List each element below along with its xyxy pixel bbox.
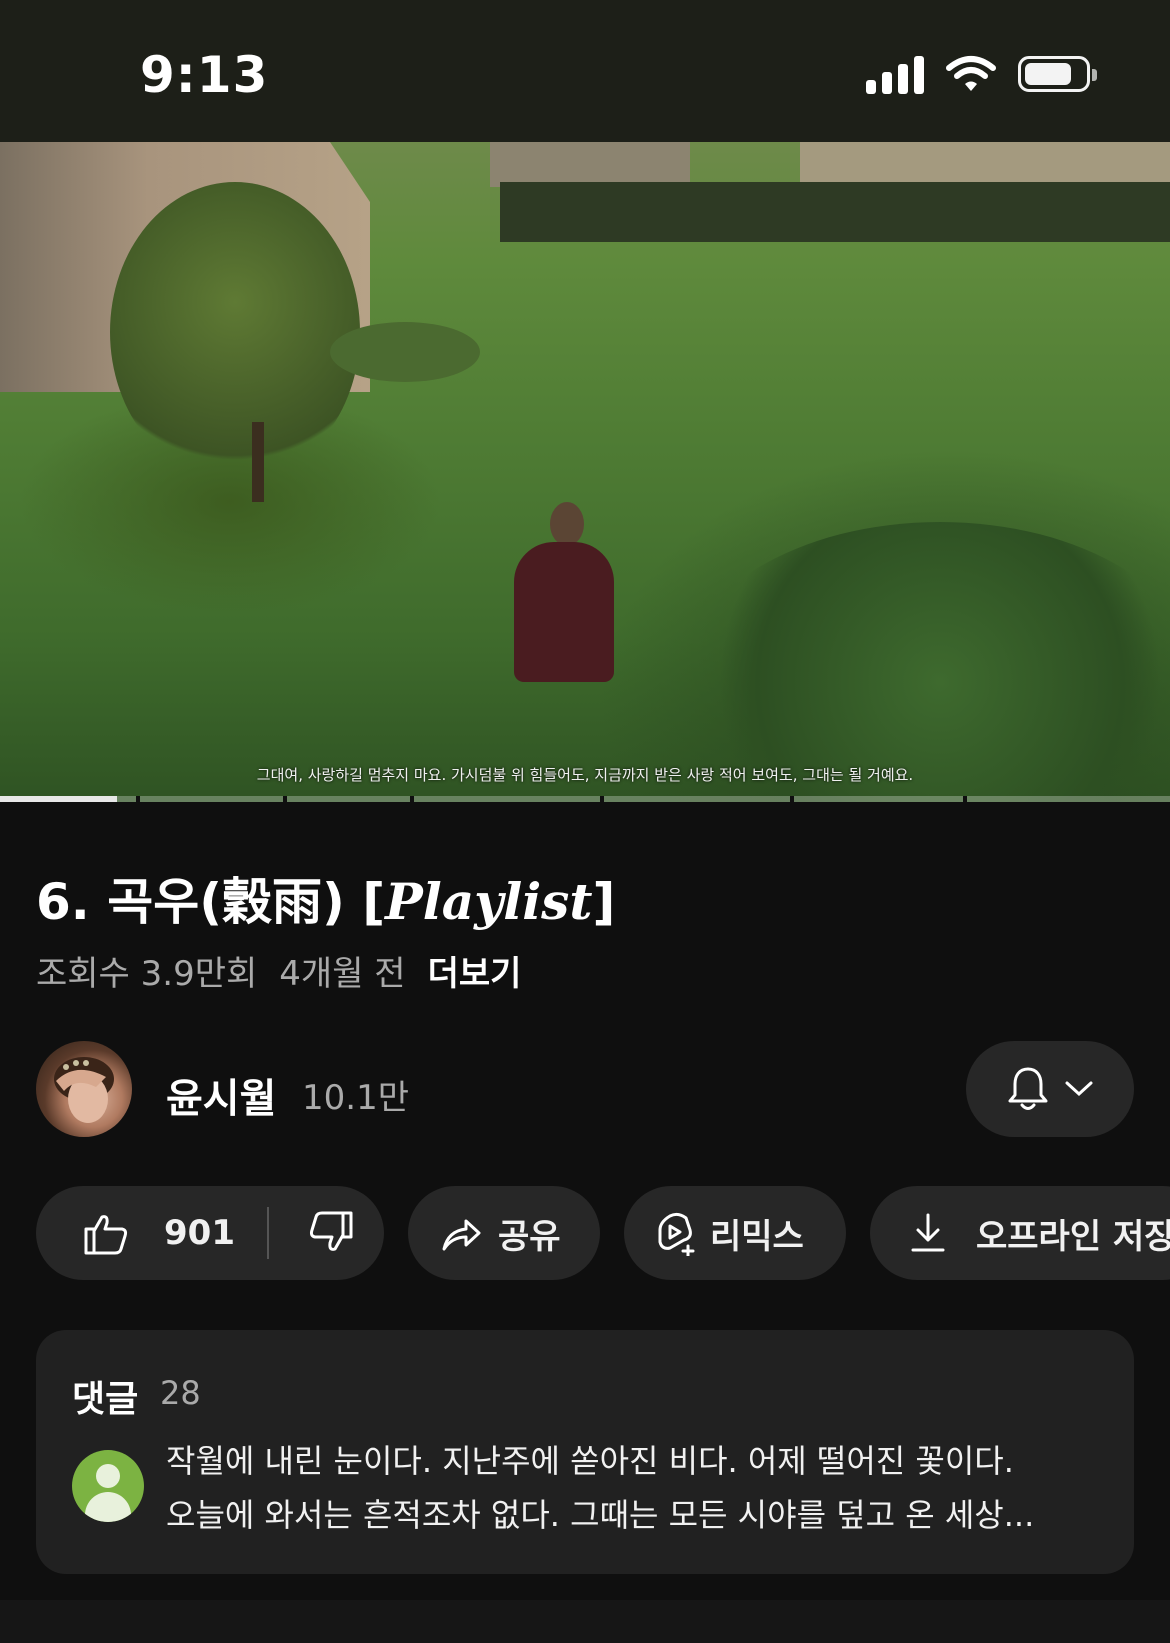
video-subtitle: 그대여, 사랑하길 멈추지 마요. 가시덤불 위 힘들어도, 지금까지 받은 사… [256,766,914,784]
cellular-signal-icon [866,54,924,94]
comment-line-1: 작월에 내린 눈이다. 지난주에 쏟아진 비다. 어제 떨어진 꽃이다. [166,1442,1014,1480]
bottom-band [0,1600,1170,1643]
comment-preview: 작월에 내린 눈이다. 지난주에 쏟아진 비다. 어제 떨어진 꽃이다. 오늘에… [166,1434,1086,1542]
share-button[interactable]: 공유 [408,1186,600,1280]
channel-avatar[interactable] [36,1041,132,1137]
view-count: 조회수 3.9만회 [36,954,258,994]
status-icons [866,54,1097,94]
comments-section[interactable]: 댓글 28 작월에 내린 눈이다. 지난주에 쏟아진 비다. 어제 떨어진 꽃이… [36,1330,1134,1574]
subscribed-notification-button[interactable] [966,1041,1134,1137]
thumbs-down-icon [309,1211,353,1251]
avatar-portrait-image [54,1057,114,1123]
title-prefix: 6. 곡우(穀雨) [ [36,873,386,931]
video-player[interactable]: 그대여, 사랑하길 멈추지 마요. 가시덤불 위 힘들어도, 지금까지 받은 사… [0,142,1170,802]
offline-save-button[interactable]: 오프라인 저장 [870,1186,1170,1280]
status-time: 9:13 [140,46,269,104]
video-title[interactable]: 6. 곡우(穀雨) [Playlist] [36,862,615,934]
dislike-button[interactable] [307,1209,355,1257]
share-label: 공유 [498,1216,561,1257]
chevron-down-icon [1065,1081,1093,1097]
comment-line-2: 오늘에 와서는 흔적조차 없다. 그때는 모든 시야를 덮고 온 세상... [166,1496,1035,1534]
battery-icon [1018,56,1097,92]
video-meta: 조회수 3.9만회 4개월 전 더보기 [36,946,543,995]
subscriber-count: 10.1만 [302,1078,409,1118]
share-icon [442,1219,481,1251]
remix-button[interactable]: 리믹스 [624,1186,846,1280]
offline-label: 오프라인 저장 [976,1216,1170,1257]
upload-age: 4개월 전 [279,954,406,994]
more-button[interactable]: 더보기 [428,954,522,994]
like-dislike-group: 901 [36,1186,384,1280]
video-progress-bar[interactable] [0,796,1170,802]
download-icon [911,1213,945,1252]
channel-name[interactable]: 윤시월 [166,1066,276,1124]
commenter-avatar-icon [72,1450,144,1522]
comments-count: 28 [160,1374,201,1412]
comments-title: 댓글 [72,1379,139,1420]
wifi-icon [946,56,996,91]
remix-label: 리믹스 [710,1216,804,1257]
like-divider [266,1207,269,1259]
title-suffix: ] [592,873,616,931]
bell-icon [1008,1067,1048,1110]
like-count[interactable]: 901 [164,1213,235,1253]
progress-played [0,796,117,802]
title-playlist: Playlist [385,872,593,931]
thumbs-up-icon[interactable] [82,1209,130,1257]
remix-icon [658,1212,695,1256]
